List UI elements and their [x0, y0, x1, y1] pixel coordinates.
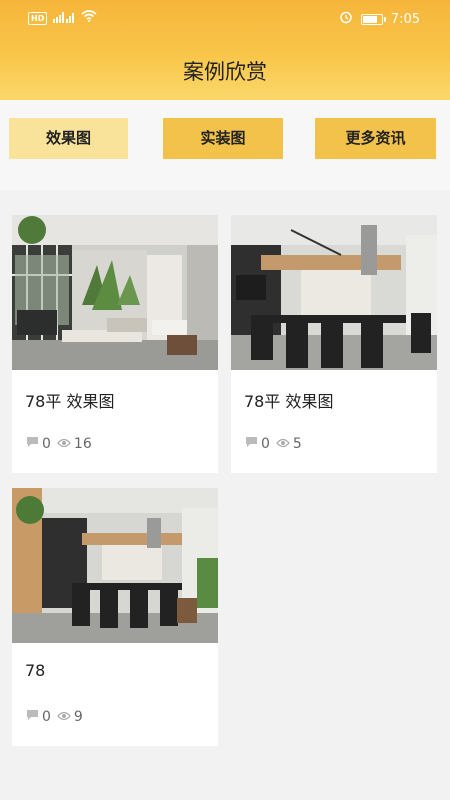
status-bar: HD 7:05 — [0, 0, 450, 36]
eye-icon — [57, 436, 71, 452]
comment-count: 0 — [42, 709, 51, 725]
status-right: 7:05 — [339, 10, 420, 28]
view-stat: 9 — [57, 709, 83, 725]
signal-icon — [53, 11, 75, 26]
alarm-icon — [339, 10, 353, 28]
comment-count: 0 — [42, 436, 51, 452]
case-meta: 0 16 — [26, 436, 92, 452]
case-card[interactable]: 78平 效果图 0 5 — [231, 215, 437, 473]
page-title: 案例欣赏 — [183, 60, 267, 84]
battery-icon — [360, 13, 386, 25]
clock-time: 7:05 — [390, 11, 420, 27]
dining-kitchen-photo — [12, 488, 218, 643]
case-title: 78平 效果图 — [244, 392, 334, 411]
case-meta: 0 9 — [26, 709, 83, 725]
eye-icon — [276, 436, 290, 452]
case-title: 78 — [25, 661, 46, 680]
case-card[interactable]: 78平 效果图 0 16 — [12, 215, 218, 473]
case-card[interactable]: 78 0 9 — [12, 488, 218, 746]
status-left: HD — [28, 10, 97, 26]
dining-kitchen-photo — [231, 215, 437, 370]
view-count: 16 — [73, 436, 92, 452]
comment-icon — [245, 436, 258, 452]
wifi-icon — [81, 10, 97, 26]
view-count: 5 — [292, 436, 302, 452]
tab-renderings[interactable]: 效果图 — [9, 118, 128, 159]
comment-icon — [26, 436, 39, 452]
view-count: 9 — [73, 709, 83, 725]
comment-count: 0 — [261, 436, 270, 452]
view-stat: 16 — [57, 436, 92, 452]
eye-icon — [57, 709, 71, 725]
case-meta: 0 5 — [245, 436, 302, 452]
tab-installed-photos[interactable]: 实装图 — [163, 118, 283, 159]
living-room-photo — [12, 215, 218, 370]
tab-more-news[interactable]: 更多资讯 — [315, 118, 436, 159]
hd-badge: HD — [28, 11, 48, 25]
comment-icon — [26, 709, 39, 725]
case-title: 78平 效果图 — [25, 392, 115, 411]
view-stat: 5 — [276, 436, 302, 452]
